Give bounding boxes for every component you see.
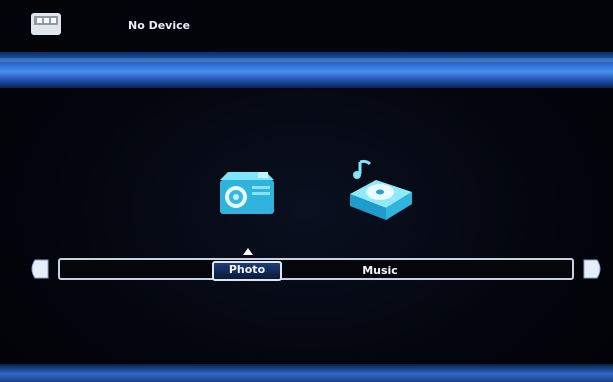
- device-icon: [31, 13, 61, 35]
- menu-item-photo[interactable]: Photo: [212, 261, 282, 281]
- footer-blue-band: [0, 364, 613, 382]
- camera-icon[interactable]: [214, 164, 278, 220]
- music-player-icon[interactable]: [346, 152, 416, 222]
- menu-bar: Photo Music: [58, 258, 574, 281]
- menu-item-music[interactable]: Music: [340, 262, 420, 280]
- header-blue-band: [0, 52, 613, 88]
- arrow-left-icon[interactable]: [28, 259, 50, 279]
- selection-pointer: [243, 248, 253, 255]
- top-bar: No Device: [0, 0, 613, 48]
- arrow-right-icon[interactable]: [582, 259, 604, 279]
- device-status-label: No Device: [128, 19, 191, 32]
